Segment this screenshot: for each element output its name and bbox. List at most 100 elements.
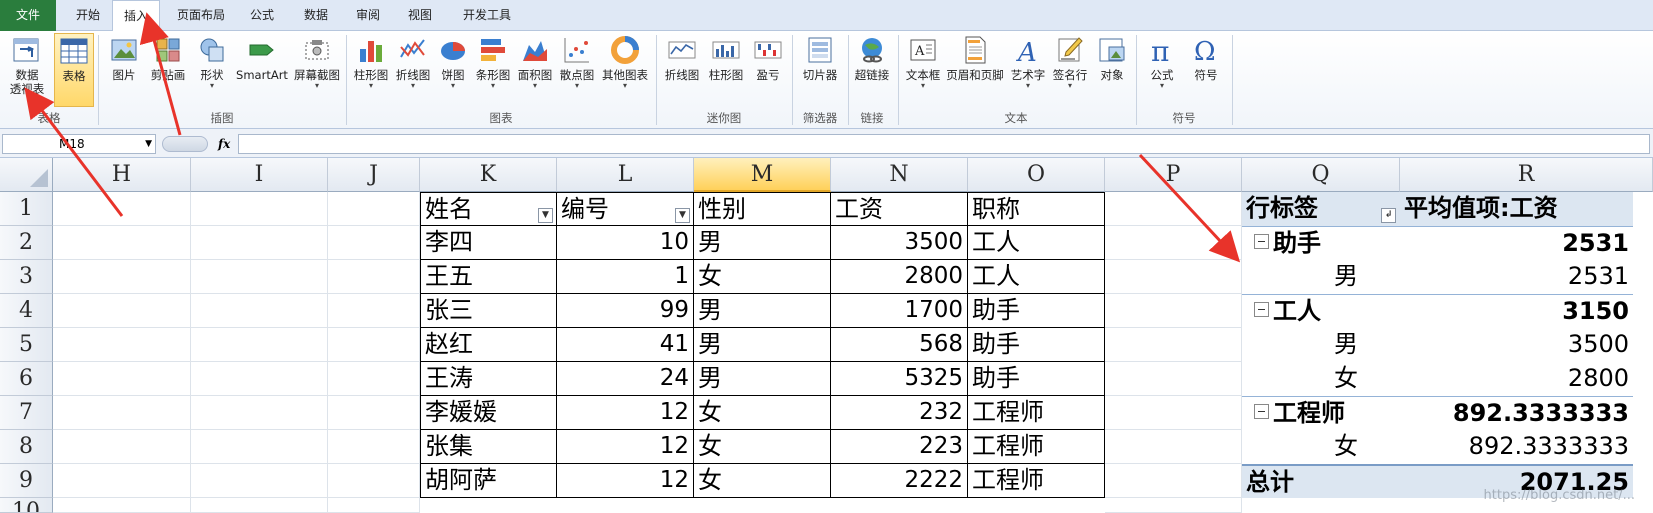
column-header-h[interactable]: H — [53, 158, 191, 192]
table-cell[interactable]: 24 — [557, 362, 694, 396]
object-button[interactable]: 对象 — [1092, 33, 1132, 107]
empty-cell[interactable] — [53, 396, 191, 430]
select-all-corner[interactable] — [0, 158, 53, 192]
tab-view[interactable]: 视图 — [398, 0, 442, 31]
formula-input[interactable] — [238, 134, 1650, 154]
table-cell[interactable]: 男 — [694, 328, 831, 362]
table-cell[interactable]: 女 — [694, 396, 831, 430]
pivot-item-label[interactable]: 女 — [1242, 362, 1400, 396]
equation-button[interactable]: π 公式 ▾ — [1140, 33, 1184, 107]
table-cell[interactable]: 232 — [831, 396, 968, 430]
empty-cell[interactable] — [1105, 294, 1242, 328]
slicer-button[interactable]: 切片器 — [796, 33, 844, 107]
empty-cell[interactable] — [328, 362, 420, 396]
table-cell[interactable]: 王涛 — [420, 362, 557, 396]
empty-cell[interactable] — [53, 260, 191, 294]
shapes-button[interactable]: 形状 ▾ — [190, 33, 234, 107]
row-header-6[interactable]: 6 — [0, 362, 53, 396]
sparkline-winloss-button[interactable]: 盈亏 — [748, 33, 788, 107]
wordart-button[interactable]: A 艺术字 ▾ — [1006, 33, 1050, 107]
smartart-button[interactable]: SmartArt — [232, 33, 292, 107]
pivot-group-label[interactable]: 助手 — [1242, 226, 1400, 260]
pivot-value[interactable]: 2800 — [1400, 362, 1633, 396]
table-cell[interactable]: 99 — [557, 294, 694, 328]
scatter-chart-button[interactable]: 散点图 ▾ — [556, 33, 598, 107]
tab-developer[interactable]: 开发工具 — [452, 0, 522, 31]
table-button[interactable]: 表格 — [54, 33, 94, 107]
insert-function-icon[interactable]: fx — [218, 134, 230, 154]
empty-cell[interactable] — [328, 294, 420, 328]
empty-cell[interactable] — [1105, 464, 1242, 498]
empty-cell[interactable] — [1105, 430, 1242, 464]
table-cell[interactable]: 工人 — [968, 226, 1105, 260]
pivot-value[interactable]: 3500 — [1400, 328, 1633, 362]
column-header-m[interactable]: M — [694, 158, 831, 192]
tab-formulas[interactable]: 公式 — [240, 0, 284, 31]
empty-cell[interactable] — [191, 192, 328, 226]
column-chart-button[interactable]: 柱形图 ▾ — [350, 33, 392, 107]
screenshot-button[interactable]: 屏幕截图 ▾ — [290, 33, 344, 107]
pivot-item-label[interactable]: 女 — [1242, 430, 1400, 464]
table-cell[interactable]: 1 — [557, 260, 694, 294]
pivot-value[interactable]: 2531 — [1400, 260, 1633, 294]
column-header-k[interactable]: K — [420, 158, 557, 192]
signature-line-button[interactable]: 签名行 ▾ — [1048, 33, 1092, 107]
table-cell[interactable]: 2222 — [831, 464, 968, 498]
name-box[interactable]: M18 ▼ — [2, 134, 156, 154]
empty-cell[interactable] — [191, 362, 328, 396]
table-cell[interactable]: 女 — [694, 260, 831, 294]
tab-file[interactable]: 文件 — [0, 0, 56, 31]
column-header-j[interactable]: J — [328, 158, 420, 192]
pivot-value[interactable]: 3150 — [1400, 294, 1633, 328]
column-header-i[interactable]: I — [191, 158, 328, 192]
empty-cell[interactable] — [1105, 498, 1242, 513]
table-cell[interactable]: 223 — [831, 430, 968, 464]
other-charts-button[interactable]: 其他图表 ▾ — [598, 33, 652, 107]
empty-cell[interactable] — [53, 226, 191, 260]
bar-chart-button[interactable]: 条形图 ▾ — [472, 33, 514, 107]
table-header-name[interactable]: 姓名 ▼ — [420, 192, 557, 226]
empty-cell[interactable] — [1105, 328, 1242, 362]
table-cell[interactable]: 工程师 — [968, 396, 1105, 430]
table-header-id[interactable]: 编号 ▼ — [557, 192, 694, 226]
row-header-10[interactable]: 10 — [0, 498, 53, 513]
table-cell[interactable]: 10 — [557, 226, 694, 260]
pie-chart-button[interactable]: 饼图 ▾ — [434, 33, 472, 107]
tab-data[interactable]: 数据 — [294, 0, 338, 31]
pivot-value[interactable]: 892.3333333 — [1400, 396, 1633, 430]
empty-cell[interactable] — [191, 430, 328, 464]
table-cell[interactable]: 王五 — [420, 260, 557, 294]
row-header-5[interactable]: 5 — [0, 328, 53, 362]
collapse-icon[interactable] — [1254, 404, 1269, 419]
table-cell[interactable]: 工人 — [968, 260, 1105, 294]
table-cell[interactable]: 助手 — [968, 328, 1105, 362]
table-cell[interactable]: 1700 — [831, 294, 968, 328]
table-cell[interactable]: 男 — [694, 294, 831, 328]
collapse-icon[interactable] — [1254, 302, 1269, 317]
pivot-table-button[interactable]: 数据 透视表 — [2, 33, 52, 107]
empty-cell[interactable] — [328, 498, 420, 513]
row-header-7[interactable]: 7 — [0, 396, 53, 430]
row-header-4[interactable]: 4 — [0, 294, 53, 328]
table-cell[interactable]: 助手 — [968, 294, 1105, 328]
pivot-item-label[interactable]: 男 — [1242, 260, 1400, 294]
pivot-filter-dropdown-icon[interactable]: ↲ — [1381, 208, 1396, 223]
clipart-button[interactable]: 剪贴画 — [146, 33, 190, 107]
pivot-value[interactable]: 892.3333333 — [1400, 430, 1633, 464]
empty-cell[interactable] — [191, 294, 328, 328]
empty-cell[interactable] — [328, 226, 420, 260]
tab-review[interactable]: 审阅 — [346, 0, 390, 31]
pivot-group-label[interactable]: 工人 — [1242, 294, 1400, 328]
empty-cell[interactable] — [328, 260, 420, 294]
header-footer-button[interactable]: 页眉和页脚 — [944, 33, 1006, 107]
table-cell[interactable]: 李四 — [420, 226, 557, 260]
empty-cell[interactable] — [53, 498, 191, 513]
textbox-button[interactable]: A 文本框 ▾ — [900, 33, 946, 107]
empty-cell[interactable] — [328, 192, 420, 226]
table-cell[interactable]: 胡阿萨 — [420, 464, 557, 498]
area-chart-button[interactable]: 面积图 ▾ — [514, 33, 556, 107]
table-cell[interactable]: 男 — [694, 226, 831, 260]
table-cell[interactable]: 12 — [557, 396, 694, 430]
hyperlink-button[interactable]: 超链接 — [850, 33, 894, 107]
row-header-2[interactable]: 2 — [0, 226, 53, 260]
